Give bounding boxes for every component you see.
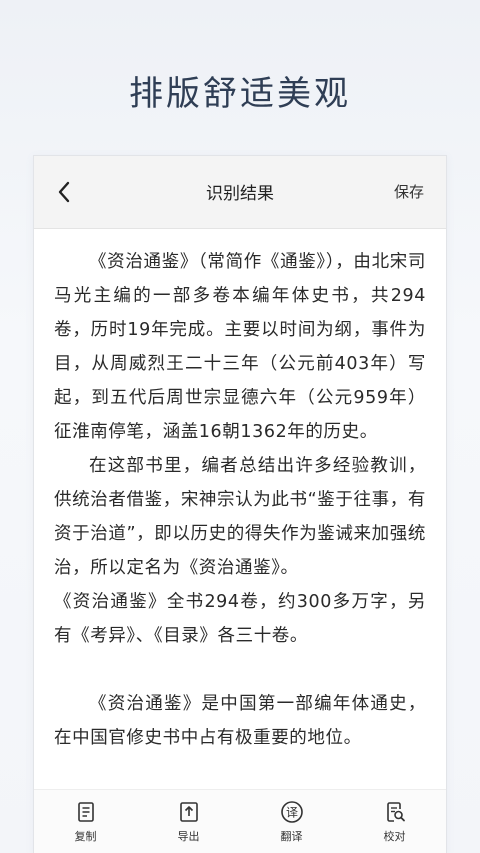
translate-glyph: 译 xyxy=(285,806,297,820)
export-icon xyxy=(179,802,198,822)
copy-label: 复制 xyxy=(74,830,97,843)
translate-button[interactable]: 译 翻译 xyxy=(257,800,327,844)
export-button[interactable]: 导出 xyxy=(154,800,224,844)
copy-icon xyxy=(77,802,94,822)
save-button[interactable]: 保存 xyxy=(394,181,424,202)
recognized-text[interactable]: 《资治通鉴》（常简作《通鉴》），由北宋司马光主编的一部多卷本编年体史书，共294… xyxy=(34,229,446,755)
translate-icon: 译 xyxy=(280,801,303,823)
copy-button[interactable]: 复制 xyxy=(51,800,121,844)
proofread-icon xyxy=(386,802,405,822)
proofread-label: 校对 xyxy=(383,830,406,843)
page-title: 识别结果 xyxy=(206,184,274,204)
paragraph-3: 《资治通鉴》全书294卷，约300多万字，另有《考异》、《目录》各三十卷。 xyxy=(54,592,426,646)
app-screen-card: 识别结果 保存 《资治通鉴》（常简作《通鉴》），由北宋司马光主编的一部多卷本编年… xyxy=(33,155,447,853)
proofread-button[interactable]: 校对 xyxy=(360,800,430,844)
nav-bar: 识别结果 保存 xyxy=(34,156,446,229)
bottom-toolbar: 复制 导出 译 翻译 校对 xyxy=(34,789,446,853)
paragraph-4: 《资治通鉴》是中国第一部编年体通史，在中国官修史书中占有极重要的地位。 xyxy=(54,694,426,748)
paragraph-2: 在这部书里，编者总结出许多经验教训，供统治者借鉴，宋神宗认为此书“鉴于往事，有资… xyxy=(54,456,426,578)
paragraph-1: 《资治通鉴》（常简作《通鉴》），由北宋司马光主编的一部多卷本编年体史书，共294… xyxy=(54,252,426,442)
export-label: 导出 xyxy=(177,830,200,843)
promo-headline: 排版舒适美观 xyxy=(129,74,351,114)
translate-label: 翻译 xyxy=(280,830,303,843)
